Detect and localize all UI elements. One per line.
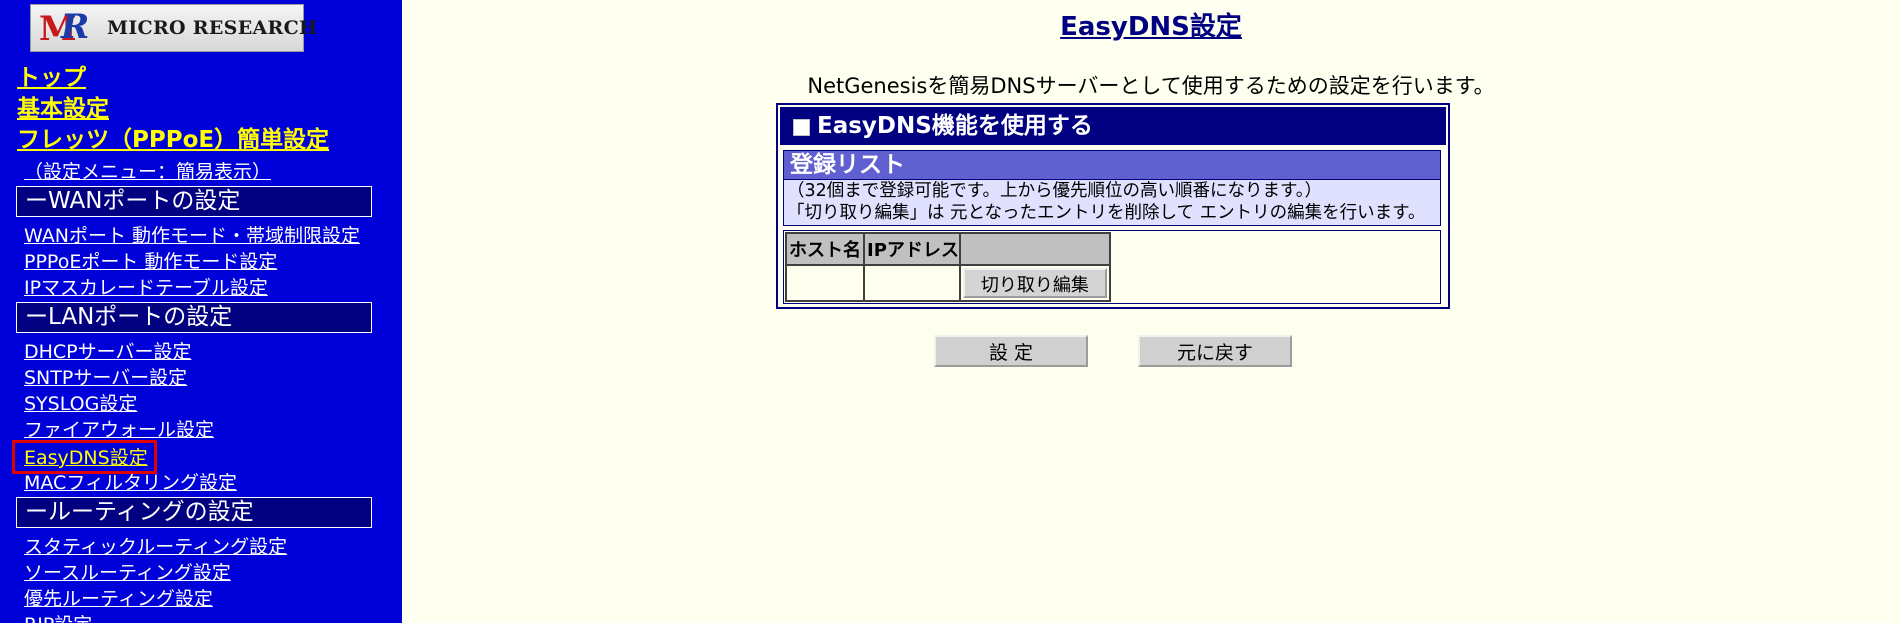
nav-link-priority-routing[interactable]: 優先ルーティング設定 (24, 584, 213, 611)
registration-note: （32個まで登録可能です。上から優先順位の高い順番になります。） (787, 181, 1323, 201)
column-header-ip-address: IPアドレス (863, 232, 961, 266)
nav-link-basic-settings[interactable]: 基本設定 (17, 89, 109, 123)
revert-button[interactable]: 元に戻す (1138, 335, 1292, 367)
cut-edit-button[interactable]: 切り取り編集 (962, 268, 1107, 298)
nav-link-pppoe-port-mode[interactable]: PPPoEポート 動作モード設定 (24, 247, 277, 274)
table-row: 切り取り編集 (785, 264, 1111, 302)
registration-section: 登録リスト （32個まで登録可能です。上から優先順位の高い順番になります。） 「… (780, 147, 1446, 327)
nav-link-source-routing[interactable]: ソースルーティング設定 (24, 558, 231, 585)
set-button[interactable]: 設 定 (934, 335, 1088, 367)
nav-link-ip-masquerade-table[interactable]: IPマスカレードテーブル設定 (24, 273, 268, 300)
registration-table-frame: ホスト名 IPアドレス 切り取り編集 (783, 230, 1441, 304)
easydns-settings-panel: EasyDNS機能を使用する 登録リスト （32個まで登録可能です。上から優先順… (776, 103, 1450, 309)
menu-mode-toggle-link[interactable]: （設定メニュー：簡易表示） (24, 157, 271, 184)
ip-address-cell (863, 264, 961, 302)
micro-research-logo: MR MICRO RESEARCH (30, 4, 317, 52)
page-title: EasyDNS設定 (1060, 12, 1242, 42)
nav-link-sntp-server[interactable]: SNTPサーバー設定 (24, 363, 187, 390)
nav-link-flets-easy-setup[interactable]: フレッツ（PPPoE）簡単設定 (17, 120, 329, 154)
nav-link-syslog[interactable]: SYSLOG設定 (24, 389, 137, 416)
section-heading-routing: ールーティングの設定 (16, 497, 372, 528)
registration-note: 「切り取り編集」は 元となったエントリを削除して エントリの編集を行います。 (787, 203, 1426, 223)
section-heading-wan: ーWANポートの設定 (16, 186, 372, 217)
action-cell: 切り取り編集 (958, 264, 1111, 302)
registration-table: ホスト名 IPアドレス 切り取り編集 (785, 232, 1111, 302)
nav-link-static-routing[interactable]: スタティックルーティング設定 (24, 532, 287, 559)
enable-easydns-label: EasyDNS機能を使用する (817, 113, 1093, 139)
registration-notes: （32個まで登録可能です。上から優先順位の高い順番になります。） 「切り取り編集… (783, 180, 1441, 226)
page-description: NetGenesisを簡易DNSサーバーとして使用するための設定を行います。 (807, 74, 1495, 98)
nav-link-mac-filtering[interactable]: MACフィルタリング設定 (24, 468, 237, 495)
enable-easydns-checkbox[interactable] (793, 119, 810, 136)
logo-name: MICRO RESEARCH (107, 17, 318, 39)
registration-heading: 登録リスト (783, 150, 1441, 180)
nav-link-dhcp-server[interactable]: DHCPサーバー設定 (24, 337, 191, 364)
table-header-row: ホスト名 IPアドレス (785, 232, 1111, 266)
nav-link-wan-port-mode[interactable]: WANポート 動作モード・帯域制限設定 (24, 221, 360, 248)
hostname-cell (785, 264, 865, 302)
nav-link-rip[interactable]: RIP設定 (24, 610, 92, 623)
nav-link-top[interactable]: トップ (17, 58, 86, 92)
section-heading-lan: ーLANポートの設定 (16, 302, 372, 333)
column-header-hostname: ホスト名 (785, 232, 865, 266)
nav-link-firewall[interactable]: ファイアウォール設定 (24, 415, 214, 442)
logo-mark-icon: MR (39, 7, 90, 49)
sidebar-nav: MR MICRO RESEARCH トップ 基本設定 フレッツ（PPPoE）簡単… (0, 0, 402, 623)
enable-header: EasyDNS機能を使用する (780, 107, 1446, 145)
column-header-action (958, 232, 1111, 266)
